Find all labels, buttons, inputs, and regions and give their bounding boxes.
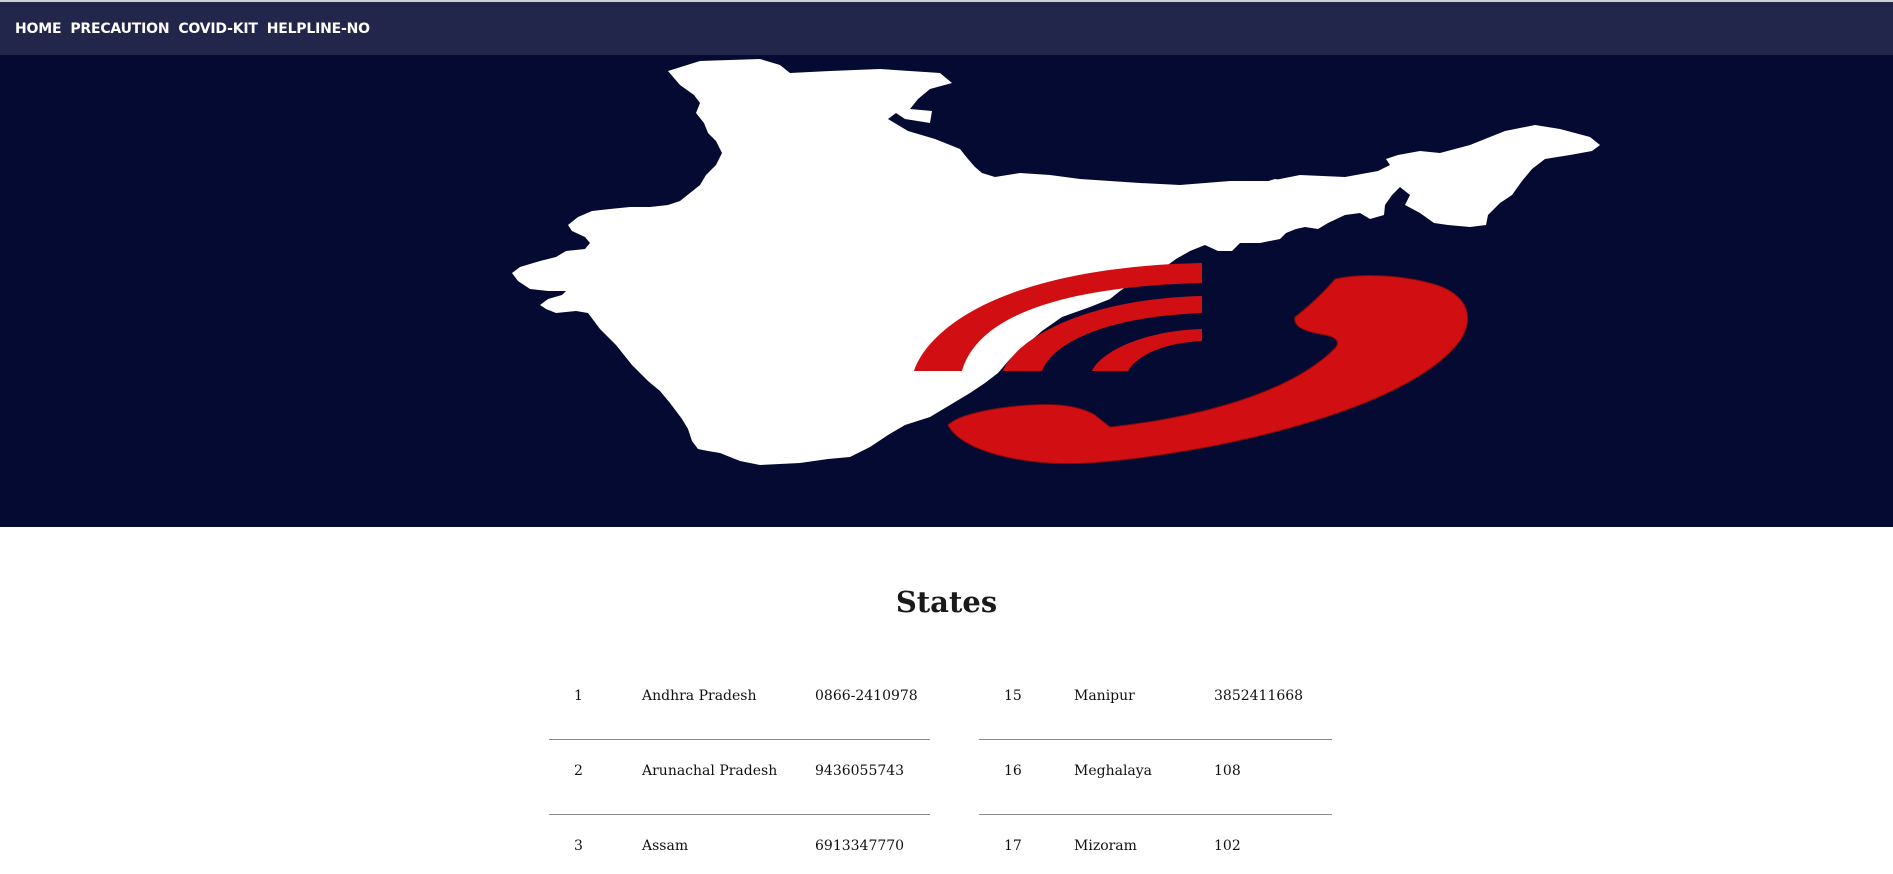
helpline-number: 9436055743 (815, 763, 905, 779)
india-map-helpline-illustration (512, 59, 1600, 465)
table-row: 2 Arunachal Pradesh 9436055743 (549, 740, 930, 815)
table-row: 3 Assam 6913347770 (549, 815, 930, 874)
nav-home-link[interactable]: HOME (15, 21, 62, 37)
states-table-left: 1 Andhra Pradesh 0866-2410978 2 Arunacha… (549, 665, 930, 874)
helpline-number: 3852411668 (1214, 688, 1304, 704)
states-section-title: States (895, 585, 998, 619)
helpline-number: 6913347770 (815, 838, 905, 854)
state-name: Manipur (1074, 688, 1135, 704)
signal-arc-small (1092, 329, 1202, 371)
state-name: Meghalaya (1074, 763, 1153, 779)
row-number: 15 (1004, 688, 1022, 704)
nav-covid-kit-link[interactable]: COVID-KIT (178, 21, 258, 37)
helpline-number: 102 (1214, 838, 1241, 854)
helpline-number: 0866-2410978 (815, 688, 918, 704)
table-row: 17 Mizoram 102 (979, 815, 1332, 874)
table-row: 1 Andhra Pradesh 0866-2410978 (549, 665, 930, 740)
state-name: Assam (642, 838, 689, 854)
hero-banner (0, 55, 1893, 527)
table-row: 16 Meghalaya 108 (979, 740, 1332, 815)
state-name: Arunachal Pradesh (642, 763, 778, 779)
state-name: Andhra Pradesh (642, 688, 757, 704)
table-row: 15 Manipur 3852411668 (979, 665, 1332, 740)
india-map-shape (512, 59, 1600, 465)
state-name: Mizoram (1074, 838, 1137, 854)
row-number: 3 (574, 838, 583, 854)
row-number: 17 (1004, 838, 1022, 854)
nav-helpline-no-link[interactable]: HELPLINE-NO (267, 21, 370, 37)
row-number: 16 (1004, 763, 1022, 779)
nav-precaution-link[interactable]: PRECAUTION (70, 21, 169, 37)
top-navigation-bar: HOME PRECAUTION COVID-KIT HELPLINE-NO (0, 2, 1893, 55)
helpline-number: 108 (1214, 763, 1241, 779)
row-number: 2 (574, 763, 583, 779)
states-table-right: 15 Manipur 3852411668 16 Meghalaya 108 1… (979, 665, 1332, 874)
row-number: 1 (574, 688, 583, 704)
